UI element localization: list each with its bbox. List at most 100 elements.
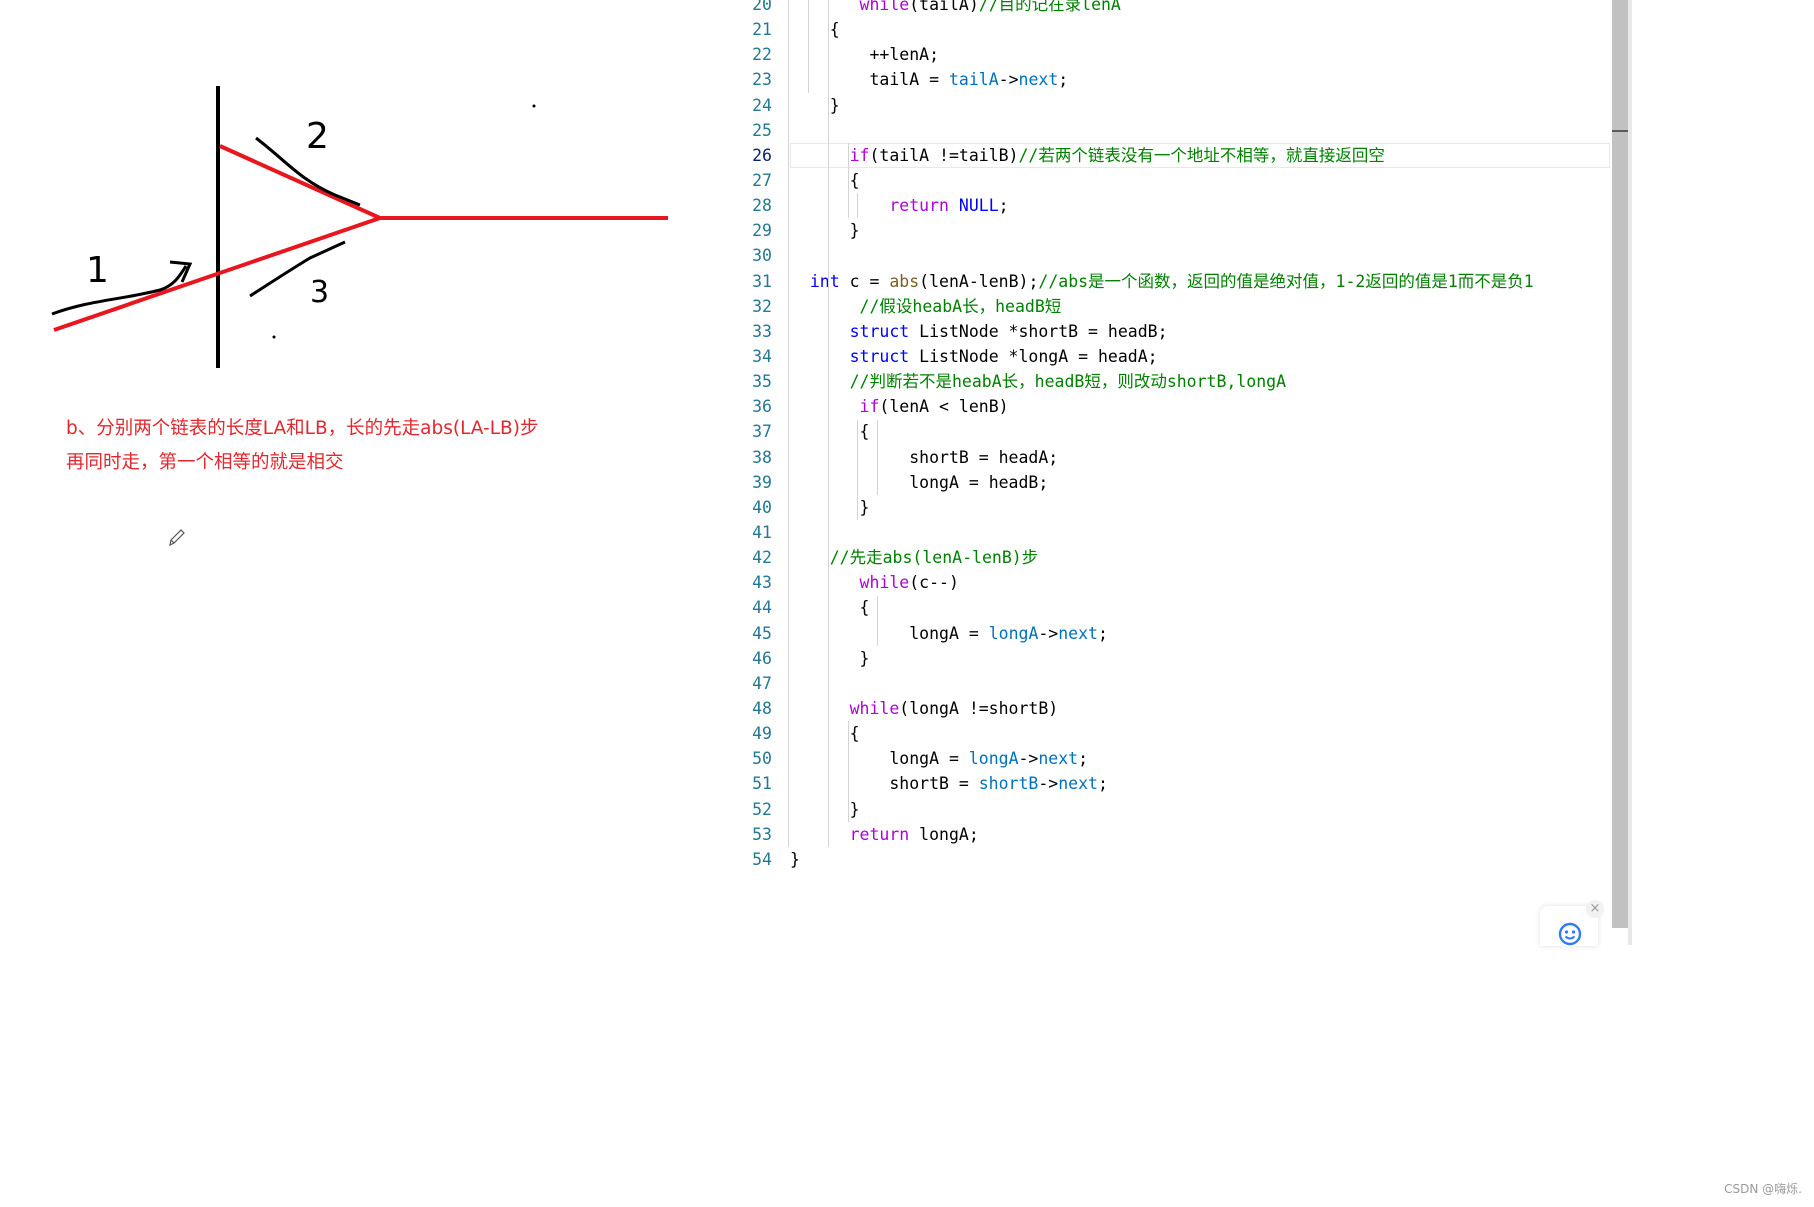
floating-helper-widget[interactable]: × (1540, 900, 1604, 947)
pencil-icon (169, 529, 185, 547)
code-token: //假设heabA长，headB短 (859, 296, 1062, 316)
code-token: ListNode *longA = headA; (909, 346, 1158, 366)
line-number: 53 (752, 824, 772, 844)
code-token: } (849, 221, 860, 241)
code-text-area[interactable]: while(tailA)//目的记在录lenA { ++lenA; tailA … (788, 0, 1610, 872)
code-token: { (829, 20, 840, 40)
code-line[interactable] (790, 520, 1610, 545)
code-token: ; (998, 196, 1009, 216)
indent-guide (847, 142, 849, 219)
code-token: (lenA < lenB) (879, 397, 1009, 417)
code-token: { (859, 598, 870, 618)
code-token: //先走abs(lenA-lenB)步 (829, 548, 1039, 568)
code-line[interactable]: ++lenA; (790, 42, 1610, 67)
sketch-list-a-path (219, 144, 381, 220)
line-number: 49 (752, 724, 772, 744)
chat-face-icon[interactable] (1557, 921, 1583, 947)
note-line-1: b、分别两个链表的长度LA和LB，长的先走abs(LA-LB)步 (66, 418, 539, 439)
code-line[interactable]: longA = longA->next; (790, 746, 1610, 771)
code-token: next (1018, 70, 1059, 90)
code-line[interactable]: shortB = shortB->next; (790, 771, 1610, 796)
code-line[interactable]: struct ListNode *longA = headA; (790, 344, 1610, 369)
code-line[interactable]: return NULL; (790, 193, 1610, 218)
indent-guide (857, 419, 859, 521)
code-token: c = (839, 271, 890, 291)
code-line[interactable]: } (790, 93, 1610, 118)
code-token: (lenA-lenB); (919, 271, 1039, 291)
line-number: 54 (752, 849, 772, 869)
line-number: 35 (752, 372, 772, 392)
code-token: ListNode *shortB = headB; (909, 321, 1168, 341)
code-token: if (859, 397, 880, 417)
code-line[interactable]: } (790, 847, 1610, 872)
code-line[interactable]: while(longA !=shortB) (790, 696, 1610, 721)
code-line[interactable]: struct ListNode *shortB = headB; (790, 319, 1610, 344)
line-number: 30 (752, 246, 772, 266)
code-token: (c--) (909, 573, 959, 593)
code-line[interactable]: { (790, 17, 1610, 42)
code-token: } (829, 95, 840, 115)
line-number: 24 (752, 95, 772, 115)
code-line[interactable] (790, 243, 1610, 268)
code-line[interactable]: shortB = headA; (790, 445, 1610, 470)
code-token: -> (998, 70, 1019, 90)
code-line[interactable]: { (790, 721, 1610, 746)
indent-guide (807, 0, 809, 93)
code-line[interactable]: //判断若不是heabA长，headB短，则改动shortB,longA (790, 369, 1610, 394)
code-token: while (859, 573, 910, 593)
sketch-scribble-bottom (249, 240, 346, 298)
code-line[interactable]: { (790, 168, 1610, 193)
code-token: if (849, 145, 870, 165)
code-line[interactable]: //假设heabA长，headB短 (790, 294, 1610, 319)
code-token: longA = (889, 749, 969, 769)
code-line[interactable]: } (790, 495, 1610, 520)
code-token: } (849, 799, 860, 819)
close-icon[interactable]: × (1586, 900, 1604, 918)
line-number: 28 (752, 196, 772, 216)
code-line[interactable]: { (790, 595, 1610, 620)
code-line[interactable]: while(tailA)//目的记在录lenA (790, 0, 1610, 17)
code-line[interactable]: //先走abs(lenA-lenB)步 (790, 545, 1610, 570)
code-token: (longA !=shortB) (899, 698, 1059, 718)
code-line[interactable]: } (790, 218, 1610, 243)
code-line[interactable]: } (790, 646, 1610, 671)
code-token: ; (1098, 623, 1108, 643)
sketch-dot (272, 335, 276, 339)
line-number-gutter: 20 21 22 23 24 25 26 27 28 29 30 31 32 33 34 35 36 37 38 39… (724, 0, 772, 872)
code-token: int (809, 271, 840, 291)
vertical-scrollbar-thumb[interactable] (1612, 0, 1628, 928)
line-number: 39 (752, 472, 772, 492)
code-token: shortB = (889, 774, 979, 794)
code-line[interactable]: tailA = tailA->next; (790, 67, 1610, 92)
code-line[interactable]: longA = longA->next; (790, 621, 1610, 646)
code-line[interactable]: if(tailA !=tailB)//若两个链表没有一个地址不相等，就直接返回空 (790, 142, 1610, 168)
code-line[interactable] (790, 671, 1610, 696)
code-line[interactable]: if(lenA < lenB) (790, 394, 1610, 419)
line-number: 22 (752, 45, 772, 65)
code-token: } (859, 648, 870, 668)
code-line[interactable]: } (790, 797, 1610, 822)
code-token: while (849, 698, 900, 718)
code-line[interactable]: { (790, 419, 1610, 444)
code-line[interactable]: longA = headB; (790, 470, 1610, 495)
code-token: return (849, 824, 910, 844)
code-editor[interactable]: 20 21 22 23 24 25 26 27 28 29 30 31 32 33 34 35 36 37 38 39… (724, 0, 1636, 945)
code-line[interactable]: while(c--) (790, 570, 1610, 595)
line-number: 27 (752, 170, 772, 190)
code-line[interactable]: int c = abs(lenA-lenB);//abs是一个函数，返回的值是绝… (790, 269, 1610, 294)
code-token: //判断若不是heabA长，headB短，则改动shortB,longA (849, 372, 1287, 392)
code-line[interactable] (790, 118, 1610, 143)
code-line[interactable]: return longA; (790, 822, 1610, 847)
line-number: 31 (752, 271, 772, 291)
line-number: 26 (752, 145, 772, 165)
